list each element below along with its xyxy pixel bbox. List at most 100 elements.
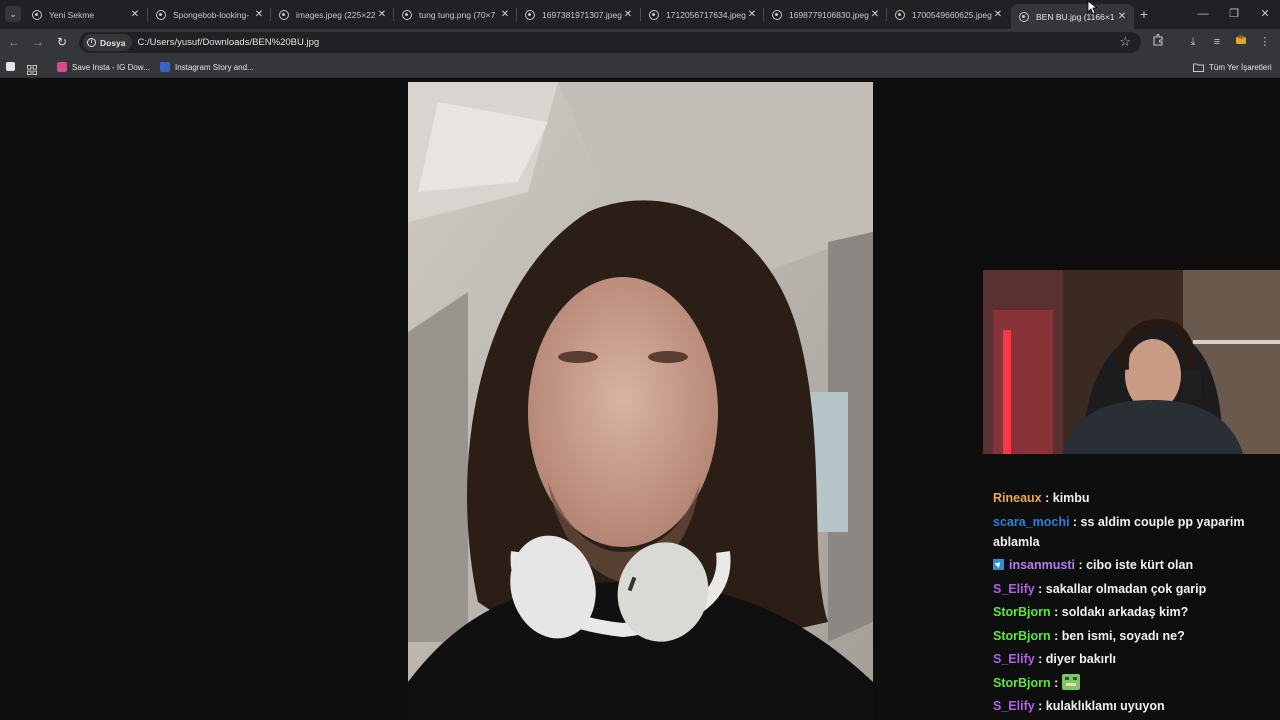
chat-text: soldakı arkadaş kim? xyxy=(1061,605,1189,619)
tab-1712056717634[interactable]: 1712056717634.jpeg ✕ xyxy=(641,4,764,25)
bookmark-instagram-story[interactable]: Instagram Story and... xyxy=(160,60,254,74)
chat-message: scara_mochi : ss aldim couple pp yaparim… xyxy=(990,512,1280,552)
restore-icon[interactable]: ❐ xyxy=(1224,5,1244,23)
tab-label: 1700549660625.jpeg xyxy=(912,9,992,20)
chat-username: StorBjorn xyxy=(993,628,1051,643)
tab-tung-tung[interactable]: tung tung.png (70×7 ✕ xyxy=(394,4,517,25)
chat-text: kimbu xyxy=(1052,491,1090,505)
chat-separator: : xyxy=(1069,514,1081,529)
chat-text: cibo iste kürt olan xyxy=(1086,558,1194,572)
address-bar[interactable]: i Dosya C:/Users/yusuf/Downloads/BEN%20B… xyxy=(79,32,1141,53)
tab-1698779106830[interactable]: 1698779106830.jpeg ✕ xyxy=(764,4,887,25)
globe-icon xyxy=(895,9,905,20)
reload-icon[interactable]: ↻ xyxy=(54,34,70,50)
globe-icon xyxy=(772,9,782,20)
chat-username: S_Elify xyxy=(993,581,1035,596)
globe-icon xyxy=(279,9,289,20)
apps-grid-icon[interactable] xyxy=(27,62,37,75)
chat-message: S_Elify : diyer bakırlı xyxy=(990,649,1280,669)
chat-username: scara_mochi xyxy=(993,514,1070,529)
webcam-overlay xyxy=(983,270,1280,454)
new-tab-button[interactable]: + xyxy=(1137,6,1151,22)
download-icon[interactable]: ⤓ xyxy=(1185,34,1201,50)
bookmark-save-insta[interactable]: Save Insta - IG Dow... xyxy=(57,60,150,74)
chat-separator: : xyxy=(1050,605,1062,619)
close-icon[interactable]: ✕ xyxy=(992,9,1004,20)
chat-separator: : xyxy=(1050,675,1062,690)
close-icon[interactable]: ✕ xyxy=(1116,11,1128,22)
chat-message: StorBjorn : xyxy=(990,673,1280,693)
profile-extension-icon[interactable] xyxy=(1233,34,1249,50)
tab-strip: ⌄ Yeni Sekme ✕ Spongebob-looking- ✕ imag… xyxy=(0,0,1280,29)
forward-arrow-icon[interactable]: → xyxy=(30,34,46,50)
tab-label: images.jpeg (225×22 xyxy=(296,9,376,20)
globe-icon xyxy=(649,9,659,20)
tab-label: 1712056717634.jpeg xyxy=(666,9,746,20)
displayed-photo[interactable] xyxy=(408,82,873,720)
folder-icon xyxy=(1193,63,1204,72)
chat-text: kulaklıklamı uyuyon xyxy=(1045,699,1165,713)
chrome-icon xyxy=(32,9,42,20)
tab-label: 1697381971307.jpeg xyxy=(542,9,622,20)
tab-label: Yeni Sekme xyxy=(49,9,95,20)
chat-overlay: Rineaux : kimbu scara_mochi : ss aldim c… xyxy=(990,488,1280,720)
site-info-chip[interactable]: i Dosya xyxy=(83,34,132,51)
media-control-icon[interactable]: ≡ xyxy=(1209,34,1225,50)
globe-icon xyxy=(1019,11,1029,22)
globe-icon xyxy=(402,9,412,20)
chat-username: S_Elify xyxy=(993,699,1035,713)
close-icon[interactable]: ✕ xyxy=(622,9,634,20)
close-icon[interactable]: ✕ xyxy=(376,9,388,20)
chat-message: insanmusti : cibo iste kürt olan xyxy=(990,555,1280,575)
globe-icon xyxy=(525,9,535,20)
tab-images-jpeg[interactable]: images.jpeg (225×22 ✕ xyxy=(271,4,394,25)
chat-message: S_Elify : sakallar olmadan çok garip xyxy=(990,579,1280,599)
chat-text: ben ismi, soyadı ne? xyxy=(1061,628,1185,643)
tab-yeni-sekme[interactable]: Yeni Sekme ✕ xyxy=(24,4,147,25)
address-toolbar: ← → ↻ i Dosya C:/Users/yusuf/Downloads/B… xyxy=(0,29,1280,56)
bookmark-star-icon[interactable]: ☆ xyxy=(1119,34,1131,50)
chat-separator: : xyxy=(1034,699,1046,713)
chat-message: StorBjorn : soldakı arkadaş kim? xyxy=(990,602,1280,622)
image-viewer: Rineaux : kimbu scara_mochi : ss aldim c… xyxy=(0,78,1280,720)
site-info-label: Dosya xyxy=(100,37,126,48)
window-close-icon[interactable]: ✕ xyxy=(1255,5,1275,23)
chat-text: diyer bakırlı xyxy=(1045,652,1116,666)
tab-search-icon[interactable]: ⌄ xyxy=(5,6,21,22)
close-icon[interactable]: ✕ xyxy=(253,9,265,20)
tab-label: 1698779106830.jpeg xyxy=(789,9,869,20)
chat-username: Rineaux xyxy=(993,491,1042,505)
chat-text: sakallar olmadan çok garip xyxy=(1045,581,1207,596)
close-icon[interactable]: ✕ xyxy=(499,9,511,20)
chat-emote-icon xyxy=(1061,673,1080,690)
bookmark-label: Save Insta - IG Dow... xyxy=(72,62,150,72)
tab-label: Spongebob-looking- xyxy=(173,9,250,20)
bookmarks-bar: Save Insta - IG Dow... Instagram Story a… xyxy=(0,56,1280,78)
chat-separator: : xyxy=(1034,581,1046,596)
all-bookmarks-button[interactable]: Tüm Yer İşaretleri xyxy=(1193,60,1272,74)
bookmark-label: Instagram Story and... xyxy=(175,62,254,72)
info-icon: i xyxy=(87,38,96,47)
tab-1697381971307[interactable]: 1697381971307.jpeg ✕ xyxy=(517,4,640,25)
extensions-icon[interactable] xyxy=(1150,33,1166,50)
chat-separator: : xyxy=(1075,558,1087,572)
close-icon[interactable]: ✕ xyxy=(869,9,881,20)
chat-username: insanmusti xyxy=(1009,558,1075,572)
close-icon[interactable]: ✕ xyxy=(746,9,758,20)
close-icon[interactable]: ✕ xyxy=(129,9,141,20)
tab-label: BEN BU.jpg (1166×1 xyxy=(1036,11,1115,22)
side-panel-icon[interactable] xyxy=(6,62,15,71)
chat-message: Rineaux : kimbu xyxy=(990,488,1280,508)
chat-separator: : xyxy=(1050,628,1062,643)
url-text[interactable]: C:/Users/yusuf/Downloads/BEN%20BU.jpg xyxy=(138,37,320,48)
chat-username: StorBjorn xyxy=(993,675,1051,690)
story-saver-icon xyxy=(160,62,170,72)
tab-spongebob[interactable]: Spongebob-looking- ✕ xyxy=(148,4,271,25)
chat-separator: : xyxy=(1041,491,1053,505)
back-arrow-icon[interactable]: ← xyxy=(6,34,22,50)
chat-username: StorBjorn xyxy=(993,605,1051,619)
menu-kebab-icon[interactable]: ⋮ xyxy=(1257,34,1273,50)
tab-ben-bu-active[interactable]: BEN BU.jpg (1166×1 ✕ xyxy=(1011,4,1134,29)
minimize-icon[interactable]: — xyxy=(1193,5,1213,23)
tab-1700549660625[interactable]: 1700549660625.jpeg ✕ xyxy=(887,4,1010,25)
